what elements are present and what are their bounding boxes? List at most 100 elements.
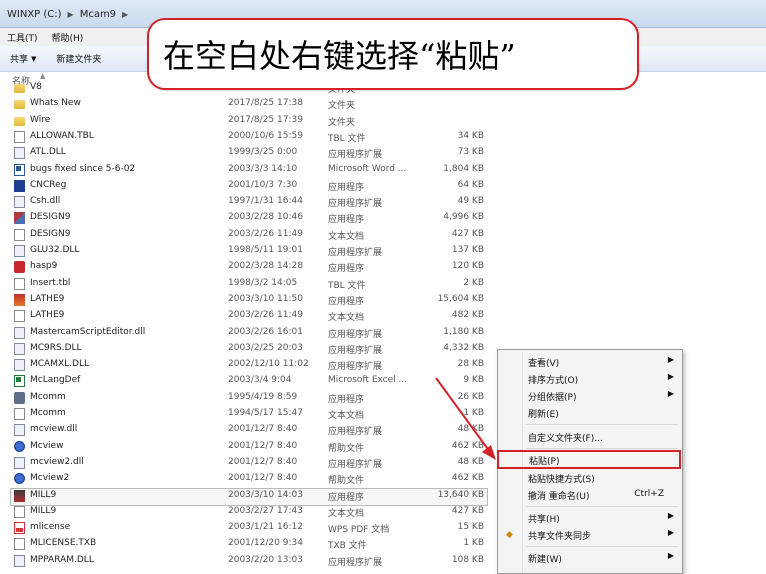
file-date: 1999/3/25 0:00 [228, 147, 298, 158]
file-type: TBL 文件 [328, 280, 366, 291]
file-name: mcview2.dll [30, 456, 84, 467]
menu-item-undo-rename[interactable]: 撤消 重命名(U) Ctrl+Z [498, 486, 682, 503]
file-size: 1 KB [463, 408, 484, 418]
file-type: 应用程序 [328, 394, 365, 405]
app-icon [14, 212, 25, 225]
menu-item-customize[interactable]: 自定义文件夹(F)... [498, 428, 682, 445]
file-size: 15,604 KB [437, 293, 484, 304]
file-type: 应用程序扩展 [328, 345, 383, 356]
menu-item-share[interactable]: 共享(H) ▶ [498, 509, 682, 526]
app-icon [14, 489, 25, 502]
submenu-arrow-icon: ▶ [667, 551, 674, 560]
file-row[interactable]: Insert.tbl 1998/3/2 14:05 TBL 文件 2 KB [0, 276, 766, 292]
file-row[interactable]: bugs fixed since 5-6-02 2003/3/3 14:10 Mic… [0, 162, 766, 178]
breadcrumb-folder[interactable]: Mcam9 [77, 9, 119, 20]
file-size: 462 KB [451, 473, 484, 484]
file-date: 2002/3/28 14:28 [228, 261, 303, 272]
file-type: TBL 文件 [328, 133, 366, 144]
file-date: 2003/2/26 16:01 [228, 326, 303, 337]
file-row[interactable]: Wire 2017/8/25 17:39 文件夹 [0, 113, 766, 129]
submenu-arrow-icon: ▶ [667, 528, 674, 537]
file-date: 2003/3/10 14:03 [228, 489, 303, 500]
file-date: 2001/10/3 7:30 [228, 179, 298, 190]
file-type: 文本文档 [328, 411, 365, 421]
menu-separator [526, 424, 678, 425]
file-row[interactable]: LATHE9 2003/3/10 11:50 应用程序 15,604 KB [0, 292, 766, 308]
file-row[interactable]: DESIGN9 2003/2/26 11:49 文本文档 427 KB [0, 227, 766, 243]
file-size: 4,332 KB [443, 342, 484, 353]
file-type: 帮助文件 [328, 476, 365, 487]
breadcrumb: WINXP (C:) ▶ Mcam9 ▶ [4, 5, 131, 23]
app-icon [14, 261, 25, 274]
new-folder-button[interactable]: 新建文件夹 [46, 52, 111, 65]
menu-tools[interactable]: 工具(T) [0, 31, 45, 44]
file-row[interactable]: GLU32.DLL 1998/5/11 19:01 应用程序扩展 137 KB [0, 243, 766, 259]
file-size: 1 KB [463, 538, 484, 549]
menu-separator [526, 448, 678, 449]
file-date: 2001/12/7 8:40 [228, 473, 298, 484]
file-type: TXB 文件 [328, 541, 367, 552]
file-size: 26 KB [457, 391, 484, 402]
app-icon [14, 391, 25, 404]
file-name: ALLOWAN.TBL [30, 130, 94, 141]
file-date: 2003/3/10 11:50 [228, 293, 303, 304]
file-row[interactable]: LATHE9 2003/2/26 11:49 文本文档 482 KB [0, 308, 766, 324]
file-name: MLICENSE.TXB [30, 538, 97, 549]
file-date: 2001/12/7 8:40 [228, 424, 298, 435]
file-size: 34 KB [457, 130, 484, 141]
menu-item-sort[interactable]: 排序方式(O) ▶ [498, 370, 682, 387]
document-icon [14, 228, 25, 241]
menu-item-view[interactable]: 查看(V) ▶ [498, 353, 682, 370]
help-icon [14, 440, 25, 452]
instruction-callout: 在空白处右键选择“粘贴” [147, 18, 639, 90]
file-size: 64 KB [457, 179, 484, 190]
file-date: 2003/2/27 17:43 [228, 505, 303, 516]
file-row[interactable]: Csh.dll 1997/1/31 16:44 应用程序扩展 49 KB [0, 194, 766, 210]
file-name: Mcomm [30, 391, 66, 402]
word-icon [14, 163, 25, 176]
share-button[interactable]: 共享 ▼ [0, 52, 46, 66]
chevron-right-icon[interactable]: ▶ [119, 10, 131, 19]
menu-item-paste[interactable]: 粘贴(P) [497, 450, 681, 469]
file-date: 1998/5/11 19:01 [228, 245, 303, 255]
file-date: 2003/2/26 11:49 [228, 228, 303, 239]
menu-separator [526, 546, 678, 547]
file-size: 482 KB [451, 310, 484, 321]
file-type: 应用程序 [328, 182, 365, 193]
document-icon [14, 408, 25, 420]
dll-icon [14, 424, 25, 437]
undo-shortcut: Ctrl+Z [634, 489, 664, 499]
context-menu: 查看(V) ▶ 排序方式(O) ▶ 分组依据(P) ▶ 刷新(E) 自定义文件夹… [497, 349, 683, 574]
chevron-right-icon[interactable]: ▶ [65, 10, 77, 19]
file-name: DESIGN9 [30, 228, 71, 239]
file-size: 1,180 KB [443, 326, 484, 337]
menu-item-new[interactable]: 新建(W) ▶ [498, 549, 682, 566]
file-row[interactable]: hasp9 2002/3/28 14:28 应用程序 120 KB [0, 259, 766, 275]
menu-item-group[interactable]: 分组依据(P) ▶ [498, 387, 682, 404]
file-name: Mcomm [30, 408, 66, 418]
file-name: MCAMXL.DLL [30, 359, 89, 370]
document-icon [14, 310, 25, 323]
file-date: 2002/12/10 11:02 [228, 359, 309, 370]
file-row[interactable]: CNCReg 2001/10/3 7:30 应用程序 64 KB [0, 178, 766, 194]
menu-item-paste-shortcut[interactable]: 粘贴快捷方式(S) [498, 469, 682, 486]
file-name: Wire [30, 114, 51, 125]
file-size: 108 KB [451, 554, 484, 565]
file-row[interactable]: DESIGN9 2003/2/28 10:46 应用程序 4,996 KB [0, 210, 766, 226]
menu-item-refresh[interactable]: 刷新(E) [498, 404, 682, 421]
menu-item-sync[interactable]: ◆ 共享文件夹同步 ▶ [498, 526, 682, 543]
file-size: 28 KB [457, 359, 484, 370]
file-name: Mcview2 [30, 473, 70, 484]
breadcrumb-drive[interactable]: WINXP (C:) [4, 9, 65, 20]
dll-icon [14, 147, 25, 160]
file-size: 15 KB [457, 522, 484, 533]
file-type: 文本文档 [328, 231, 365, 242]
file-row[interactable]: ALLOWAN.TBL 2000/10/6 15:59 TBL 文件 34 KB [0, 129, 766, 145]
file-row[interactable]: MastercamScriptEditor.dll 2003/2/26 16:01… [0, 325, 766, 341]
file-row[interactable]: Whats New 2017/8/25 17:38 文件夹 [0, 96, 766, 112]
file-type: Microsoft Word ... [328, 163, 407, 174]
file-row[interactable]: ATL.DLL 1999/3/25 0:00 应用程序扩展 73 KB [0, 145, 766, 161]
file-size: 49 KB [457, 196, 484, 207]
dll-icon [14, 554, 25, 567]
menu-help[interactable]: 帮助(H) [45, 31, 91, 44]
